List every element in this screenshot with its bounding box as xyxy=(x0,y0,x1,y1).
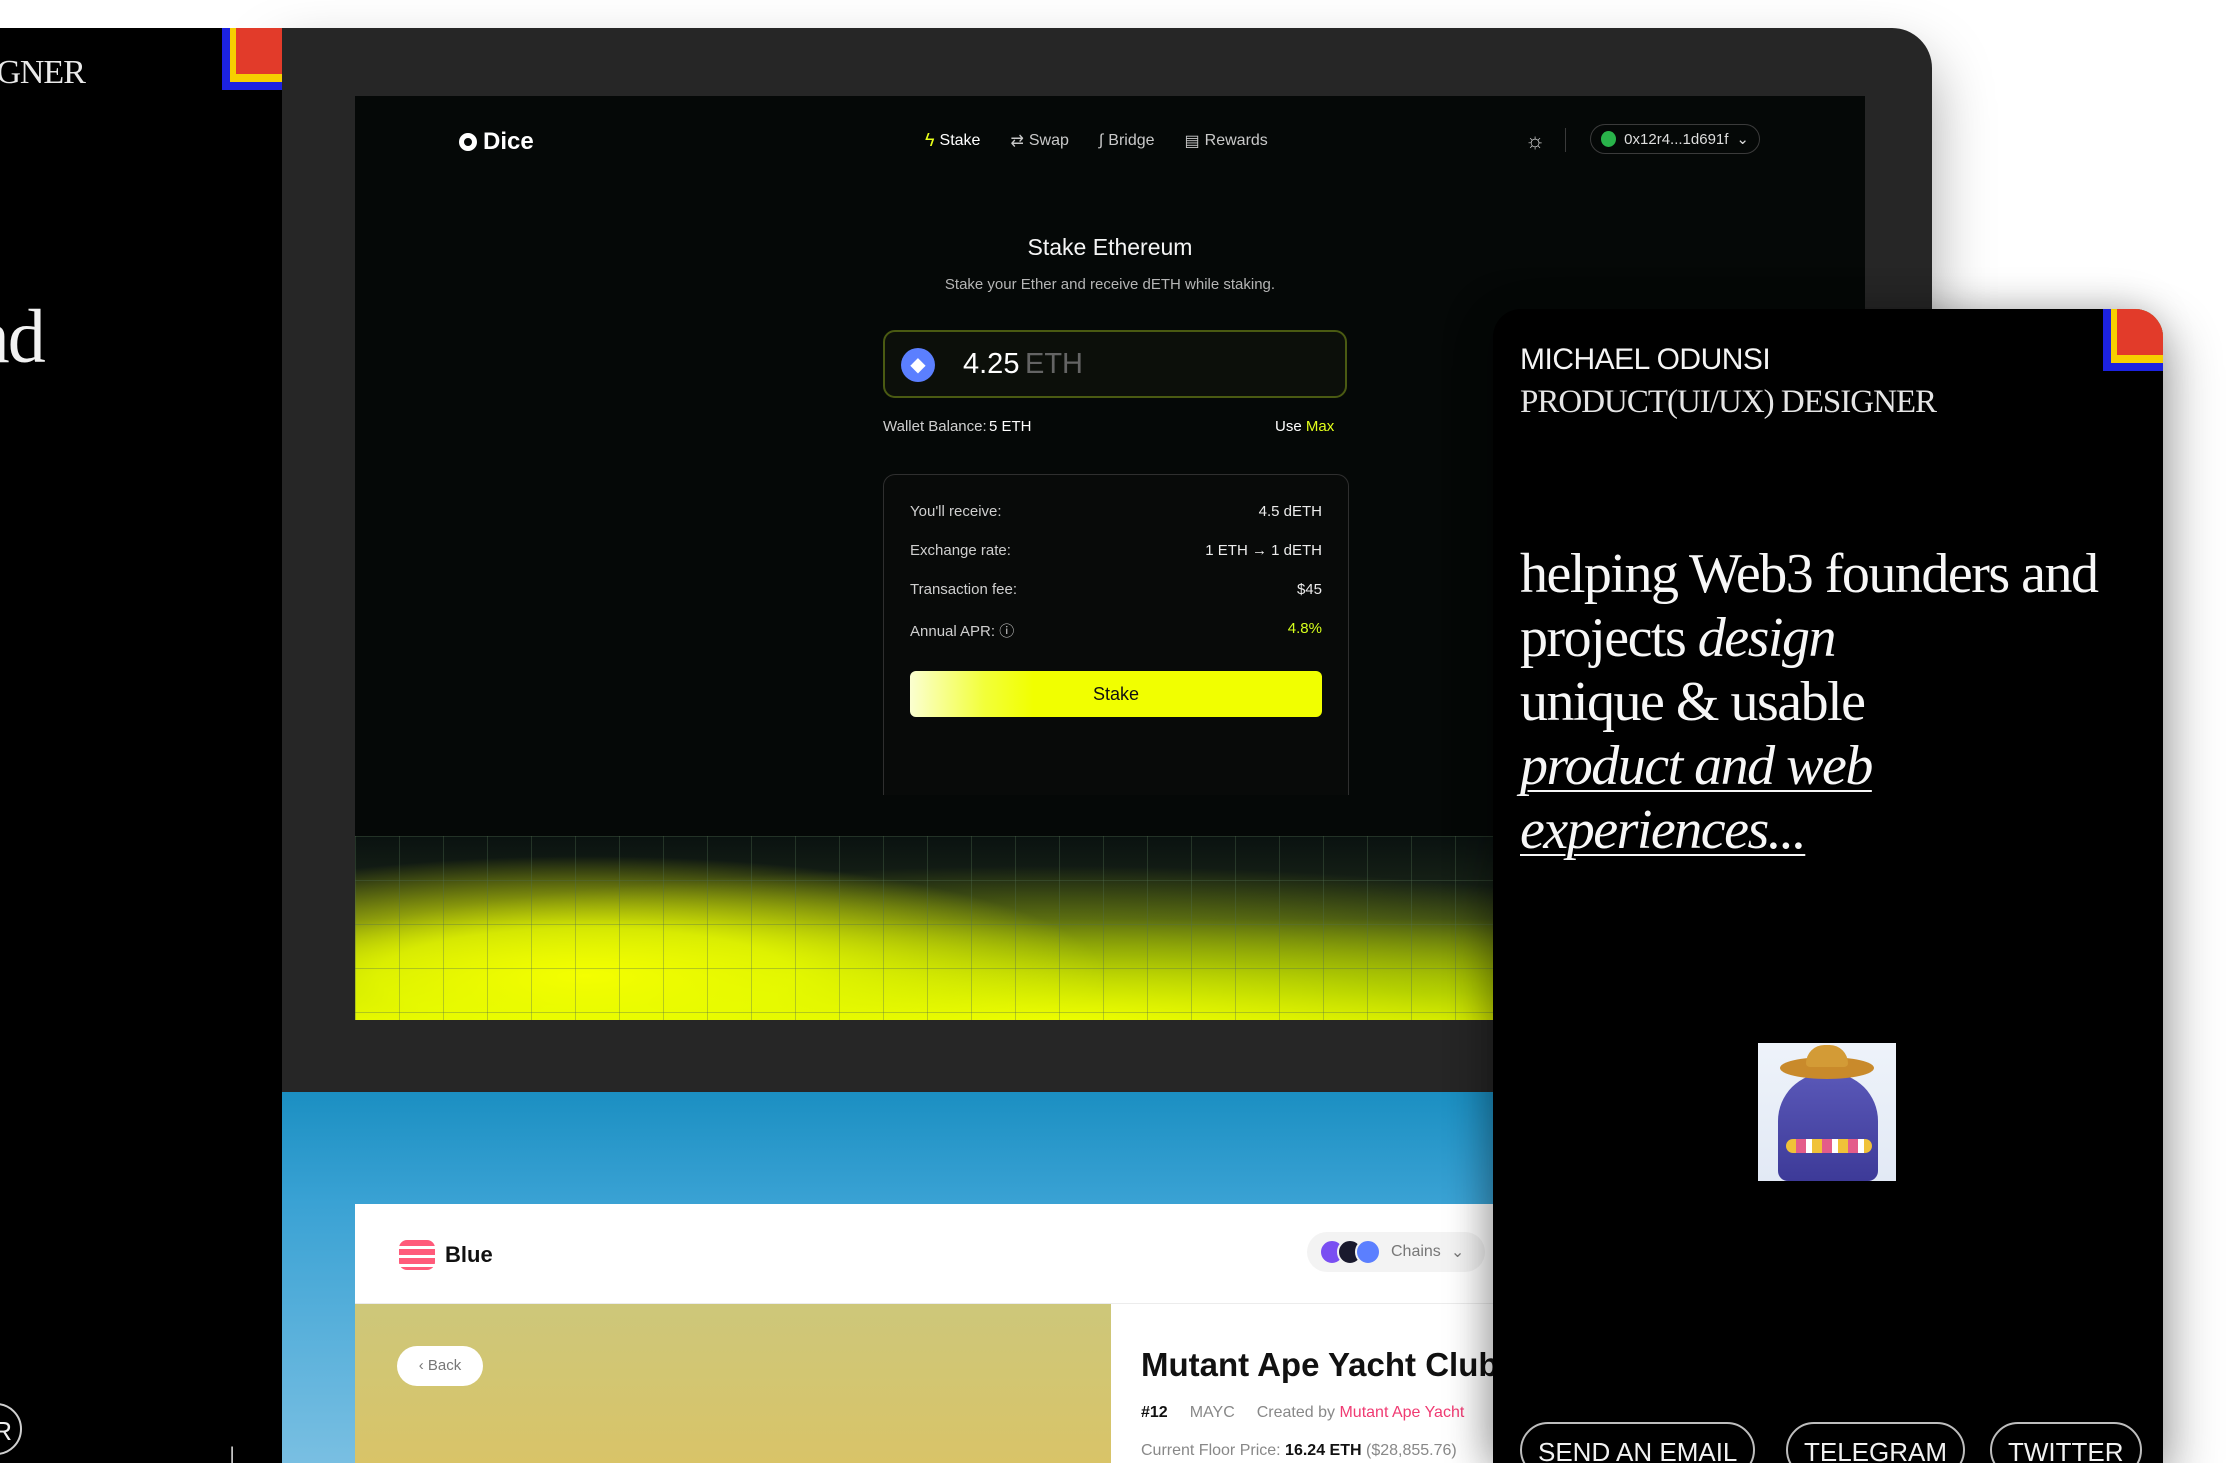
corner-badge xyxy=(222,28,282,90)
left-portfolio-panel: IGNER and & ? R ↓ xyxy=(0,28,300,1463)
stake-subtitle: Stake your Ether and receive dETH while … xyxy=(944,276,1276,293)
left-hero-text: and & ? xyxy=(0,295,46,379)
dice-nav: ϟ Stake ⇄ Swap ∫ Bridge ▤ Rewards xyxy=(925,130,1268,151)
floor-label: Current Floor Price: xyxy=(1141,1442,1281,1459)
chevron-down-icon: ⌄ xyxy=(1736,131,1749,148)
summary-value: 4.8% xyxy=(1287,620,1322,637)
stake-button[interactable]: Stake xyxy=(910,671,1322,717)
chains-label: Chains xyxy=(1391,1243,1441,1260)
lei-icon xyxy=(1786,1139,1872,1153)
chains-dropdown[interactable]: Chains ⌄ xyxy=(1307,1232,1485,1272)
twitter-button[interactable]: TWITTER xyxy=(1990,1422,2142,1463)
bolt-icon: ϟ xyxy=(925,130,935,150)
back-label: Back xyxy=(427,1357,462,1374)
created-by-label: Created by xyxy=(1256,1404,1336,1421)
designer-role: PRODUCT(UI/UX) DESIGNER xyxy=(1520,384,1937,420)
sun-icon[interactable]: ☼ xyxy=(1525,128,1545,154)
ethereum-icon: ◆ xyxy=(901,348,935,382)
chain-icon xyxy=(1355,1239,1381,1265)
arrow-down-icon[interactable]: ↓ xyxy=(222,1436,242,1463)
swap-icon: ⇄ xyxy=(1010,132,1024,150)
nft-title: Mutant Ape Yacht Club xyxy=(1141,1346,1499,1383)
nav-label: Rewards xyxy=(1204,131,1268,149)
summary-label: Annual APR: ⓘ xyxy=(910,623,1015,640)
amount-unit: ETH xyxy=(1025,348,1083,380)
chevron-down-icon: ⌄ xyxy=(1450,1244,1465,1261)
hero-statement: helping Web3 founders and projects desig… xyxy=(1520,542,2140,862)
blue-logo[interactable]: Blue xyxy=(399,1240,493,1270)
summary-label: Transaction fee: xyxy=(910,581,1017,598)
send-email-button[interactable]: SEND AN EMAIL xyxy=(1520,1422,1756,1463)
use-label: Use xyxy=(1275,418,1302,435)
wallet-balance-label: Wallet Balance: xyxy=(883,418,987,435)
summary-row: Annual APR: ⓘ 4.8% xyxy=(910,620,1322,641)
summary-row: You'll receive: 4.5 dETH xyxy=(910,503,1322,520)
nft-floor-price: Current Floor Price: 16.24 ETH ($28,855.… xyxy=(1141,1442,1457,1460)
floor-value: 16.24 ETH xyxy=(1285,1442,1362,1459)
wallet-avatar-icon xyxy=(1601,131,1617,147)
left-role-text: IGNER xyxy=(0,54,86,91)
summary-value: $45 xyxy=(1296,581,1322,598)
summary-label: Exchange rate: xyxy=(910,542,1011,559)
back-button[interactable]: ‹ Back xyxy=(397,1346,483,1386)
avatar xyxy=(1758,1043,1896,1181)
left-pill-button[interactable]: R xyxy=(0,1403,22,1455)
telegram-button[interactable]: TELEGRAM xyxy=(1786,1422,1966,1463)
wallet-balance-value: 5 ETH xyxy=(989,418,1032,435)
stake-title: Stake Ethereum xyxy=(1027,234,1193,260)
hero-italic-text: design xyxy=(1697,607,1837,669)
bridge-icon: ∫ xyxy=(1098,131,1104,149)
nav-label: Swap xyxy=(1028,131,1069,149)
summary-value: 1 ETH → 1 dETH xyxy=(1205,542,1322,559)
creator-link[interactable]: Mutant Ape Yacht xyxy=(1339,1404,1464,1421)
nft-meta: #12 MAYC Created by Mutant Ape Yacht xyxy=(1141,1404,1464,1422)
dice-ring-icon xyxy=(459,133,477,151)
nav-label: Stake xyxy=(939,131,981,149)
summary-row: Exchange rate: 1 ETH → 1 dETH xyxy=(910,542,1322,559)
nav-item-rewards[interactable]: ▤ Rewards xyxy=(1185,130,1268,151)
wallet-address: 0x12r4...1d691f xyxy=(1624,130,1729,148)
blue-waves-icon xyxy=(399,1240,435,1270)
hero-underlined-link[interactable]: product and web experiences... xyxy=(1520,735,1873,861)
chevron-left-icon: ‹ xyxy=(418,1357,428,1374)
summary-row: Transaction fee: $45 xyxy=(910,581,1322,598)
dice-logo[interactable]: Dice xyxy=(459,128,534,156)
wallet-chip[interactable]: 0x12r4...1d691f ⌄ xyxy=(1590,124,1760,154)
nav-item-stake[interactable]: ϟ Stake xyxy=(925,130,980,151)
rewards-icon: ▤ xyxy=(1184,132,1200,150)
use-max-link[interactable]: Use Max xyxy=(1275,418,1334,435)
nav-label: Bridge xyxy=(1108,131,1155,149)
phone-portfolio-panel: MICHAEL ODUNSI PRODUCT(UI/UX) DESIGNER h… xyxy=(1493,309,2163,1463)
stake-summary-card: You'll receive: 4.5 dETH Exchange rate: … xyxy=(883,474,1349,795)
chain-icons xyxy=(1319,1239,1381,1265)
sombrero-top-icon xyxy=(1806,1045,1848,1067)
whale-avatar-icon xyxy=(1778,1073,1878,1181)
nft-symbol: MAYC xyxy=(1189,1404,1235,1421)
blue-brand-label: Blue xyxy=(445,1242,493,1267)
nav-item-bridge[interactable]: ∫ Bridge xyxy=(1099,130,1155,151)
max-label: Max xyxy=(1305,418,1335,435)
nft-image: ‹ Back xyxy=(355,1304,1111,1463)
hero-text: unique & usable xyxy=(1520,671,1866,733)
stake-amount-input[interactable]: ◆ 4.25 ETH xyxy=(883,330,1347,398)
nav-item-swap[interactable]: ⇄ Swap xyxy=(1010,130,1068,151)
corner-badge xyxy=(2103,309,2163,371)
floor-usd: ($28,855.76) xyxy=(1365,1442,1457,1459)
nft-creator: Created by Mutant Ape Yacht xyxy=(1257,1404,1465,1422)
dice-brand-label: Dice xyxy=(483,128,534,155)
nav-divider xyxy=(1565,128,1566,152)
nft-id: #12 xyxy=(1141,1404,1168,1421)
designer-name: MICHAEL ODUNSI xyxy=(1520,343,1771,376)
amount-value: 4.25 xyxy=(963,348,1020,380)
summary-value: 4.5 dETH xyxy=(1258,503,1322,520)
summary-label: You'll receive: xyxy=(910,503,1002,520)
